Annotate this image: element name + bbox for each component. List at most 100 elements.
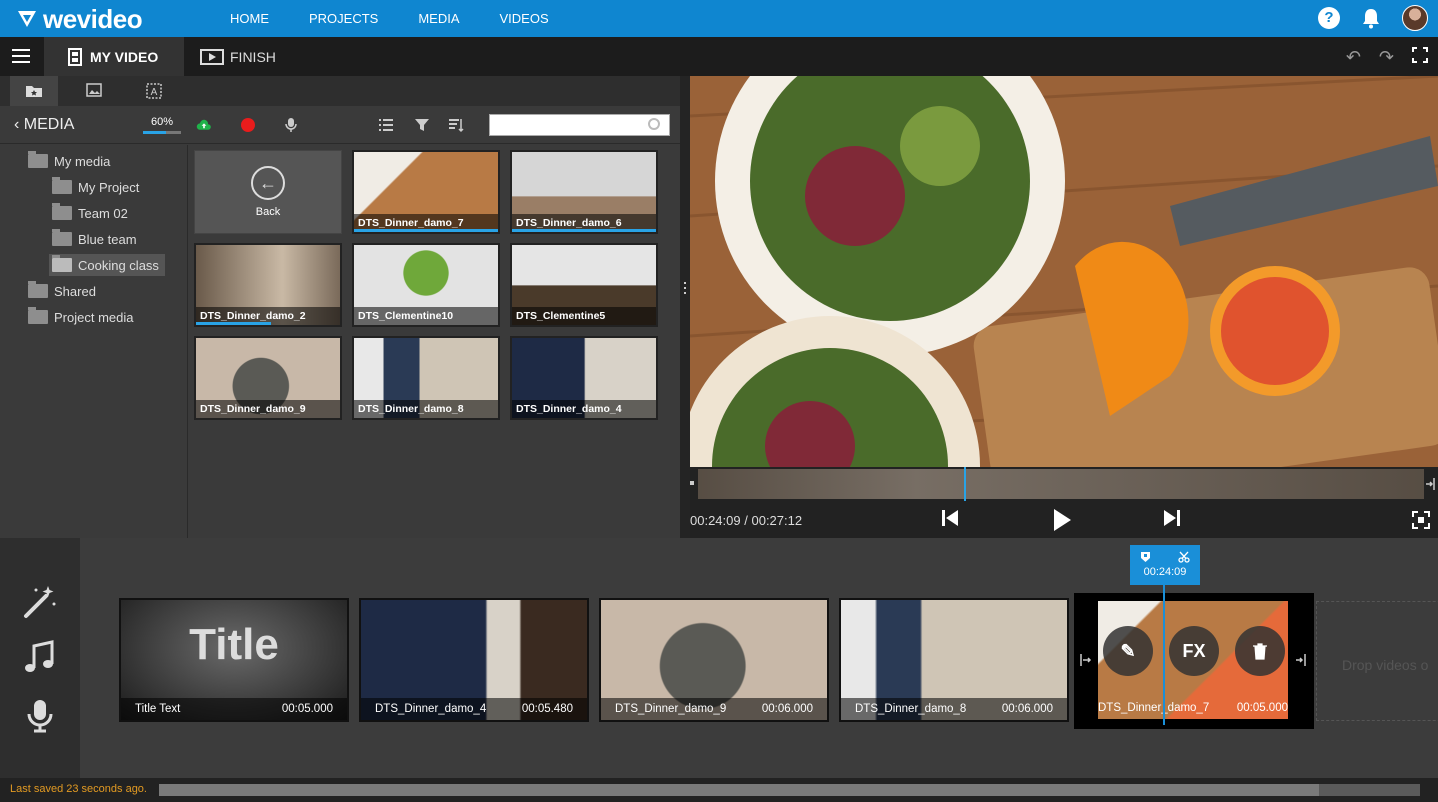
- media-item-name: DTS_Clementine5: [512, 307, 656, 325]
- tree-item-project-media[interactable]: Project media: [28, 306, 139, 328]
- play-icon[interactable]: [1052, 508, 1072, 532]
- preview-scrubber[interactable]: [690, 467, 1438, 501]
- nav-media[interactable]: MEDIA: [398, 0, 479, 37]
- media-item-name: DTS_Dinner_damo_8: [354, 400, 498, 418]
- video-preview[interactable]: [690, 76, 1438, 467]
- nav-videos[interactable]: VIDEOS: [480, 0, 569, 37]
- microphone-icon[interactable]: [283, 117, 299, 133]
- timeline-clip[interactable]: DTS_Dinner_damo_9 00:06.000: [599, 598, 829, 722]
- upload-cloud-icon[interactable]: [196, 117, 212, 133]
- fx-button[interactable]: FX: [1169, 626, 1219, 676]
- last-saved-status: Last saved 23 seconds ago.: [10, 783, 147, 795]
- player-controls: 00:24:09 / 00:27:12: [690, 501, 1438, 538]
- storage-bar-fill: [143, 131, 166, 134]
- trash-glyph-icon: [1253, 643, 1267, 660]
- playhead-handle[interactable]: 00:24:09: [1130, 545, 1200, 585]
- trim-out-icon[interactable]: [1294, 653, 1308, 667]
- tab-my-video[interactable]: MY VIDEO: [44, 37, 184, 76]
- timeline-scrollbar[interactable]: [159, 784, 1420, 796]
- back-tile[interactable]: ← Back: [194, 150, 342, 234]
- media-item[interactable]: DTS_Dinner_damo_2: [194, 243, 342, 327]
- status-bar: Last saved 23 seconds ago.: [0, 778, 1438, 802]
- tree-item-label: Project media: [54, 309, 134, 325]
- voiceover-mic-icon[interactable]: [22, 698, 58, 734]
- music-note-icon[interactable]: [22, 640, 58, 676]
- media-item[interactable]: DTS_Dinner_damo_4: [510, 336, 658, 420]
- current-time: 00:24:09: [690, 513, 741, 528]
- folder-icon: [28, 307, 48, 324]
- media-item[interactable]: DTS_Dinner_damo_6: [510, 150, 658, 234]
- trim-in-icon[interactable]: [1078, 653, 1092, 667]
- tree-item-label: Team 02: [78, 205, 128, 221]
- tab-text[interactable]: A: [130, 76, 178, 106]
- clip-duration: 00:05.480: [521, 703, 573, 715]
- nav-home[interactable]: HOME: [210, 0, 289, 37]
- svg-text:A: A: [151, 87, 158, 98]
- magic-wand-icon[interactable]: [22, 584, 58, 620]
- tree-item-label: My media: [54, 153, 111, 169]
- scissors-icon[interactable]: [1178, 551, 1190, 563]
- timeline-tools: [0, 538, 80, 778]
- tree-item-team-02[interactable]: Team 02: [52, 202, 134, 224]
- tab-stock-images[interactable]: [70, 76, 118, 106]
- marker-icon[interactable]: [1140, 551, 1151, 563]
- nav-projects[interactable]: PROJECTS: [289, 0, 398, 37]
- skip-back-icon[interactable]: [940, 508, 960, 528]
- undo-icon[interactable]: ↶: [1346, 47, 1361, 68]
- timeline-clip[interactable]: DTS_Dinner_damo_8 00:06.000: [839, 598, 1069, 722]
- skip-forward-icon[interactable]: [1162, 508, 1182, 528]
- tree-item-shared[interactable]: Shared: [28, 280, 102, 302]
- tab-finish-label: FINISH: [230, 48, 276, 65]
- tree-item-blue-team[interactable]: Blue team: [52, 228, 143, 250]
- sort-icon[interactable]: [448, 117, 464, 133]
- media-item[interactable]: DTS_Clementine10: [352, 243, 500, 327]
- timeline-clip[interactable]: DTS_Dinner_damo_4 00:05.480: [359, 598, 589, 722]
- media-search-input[interactable]: [489, 114, 670, 136]
- tree-item-my-project[interactable]: My Project: [52, 176, 145, 198]
- title-clip-text: Title: [189, 620, 279, 669]
- folder-icon: [52, 229, 72, 246]
- redo-icon[interactable]: ↷: [1379, 47, 1394, 68]
- trim-out-icon[interactable]: [1424, 477, 1436, 491]
- wevideo-logo[interactable]: wevideo: [16, 4, 143, 34]
- tab-finish[interactable]: FINISH: [200, 37, 276, 76]
- media-back-title[interactable]: ‹ MEDIA: [14, 116, 74, 134]
- scrub-filmstrip: [698, 469, 1424, 499]
- bell-icon[interactable]: [1360, 7, 1382, 29]
- timeline-scrollbar-thumb[interactable]: [159, 784, 1320, 796]
- clip-name: DTS_Dinner_damo_8: [855, 703, 967, 715]
- preview-frame: [690, 76, 1438, 467]
- media-item[interactable]: DTS_Clementine5: [510, 243, 658, 327]
- media-item[interactable]: DTS_Dinner_damo_7: [352, 150, 500, 234]
- clip-name: DTS_Dinner_damo_7: [1098, 702, 1210, 714]
- timeline-clip-title[interactable]: Title Title Text 00:05.000: [119, 598, 349, 722]
- timeline-clip-selected[interactable]: ✎ FX DTS_Dinner_damo_7 00:05.000: [1074, 593, 1314, 729]
- folder-tree: My media My Project Team 02 Blue team Co…: [0, 145, 188, 538]
- scrub-playhead[interactable]: [964, 467, 966, 501]
- list-view-icon[interactable]: [378, 117, 394, 133]
- tree-item-my-media[interactable]: My media: [28, 150, 116, 172]
- drag-dots-icon: [684, 282, 686, 284]
- panel-resize-handle[interactable]: [680, 76, 690, 538]
- header-actions: ?: [1318, 5, 1428, 31]
- help-icon[interactable]: ?: [1318, 7, 1340, 29]
- search-icon[interactable]: [648, 118, 660, 130]
- timeline-playhead[interactable]: [1163, 585, 1165, 725]
- media-item[interactable]: DTS_Dinner_damo_9: [194, 336, 342, 420]
- media-title: MEDIA: [23, 116, 75, 133]
- fullscreen-icon[interactable]: [1412, 47, 1428, 63]
- folder-icon: [28, 281, 48, 298]
- filter-icon[interactable]: [414, 117, 430, 133]
- tree-item-cooking-class[interactable]: Cooking class: [49, 254, 165, 276]
- trash-icon[interactable]: [1235, 626, 1285, 676]
- preview-fullscreen-icon[interactable]: [1412, 511, 1430, 529]
- media-item[interactable]: DTS_Dinner_damo_8: [352, 336, 500, 420]
- user-avatar[interactable]: [1402, 5, 1428, 31]
- menu-icon[interactable]: [12, 49, 30, 63]
- media-panel: A ‹ MEDIA 60% My media My Project Team 0…: [0, 76, 680, 538]
- record-icon[interactable]: [240, 117, 256, 133]
- drop-zone[interactable]: Drop videos o: [1316, 601, 1438, 721]
- edit-pencil-icon[interactable]: ✎: [1103, 626, 1153, 676]
- tab-my-media[interactable]: [10, 76, 58, 106]
- tree-item-label: Shared: [54, 283, 96, 299]
